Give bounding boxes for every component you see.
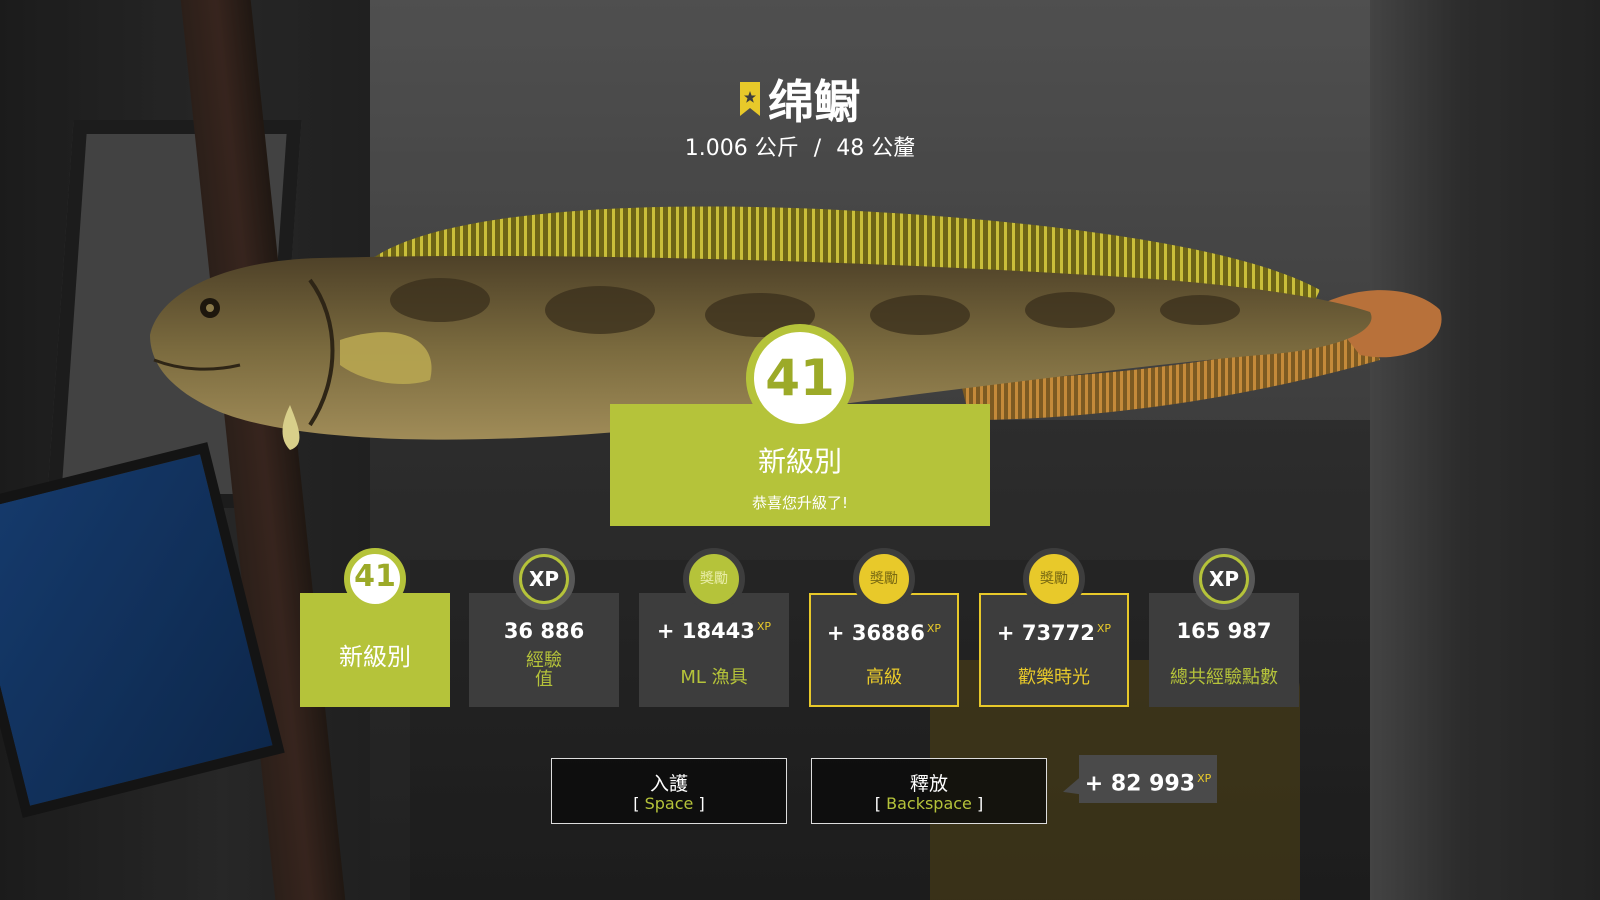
xp-badge: XP	[513, 548, 575, 610]
release-button-hotkey: [ Backspace ]	[874, 794, 984, 813]
card-experience-value: 36 886	[503, 619, 585, 643]
card-gear-bonus-label: ML 漁具	[680, 667, 748, 688]
card-happy-hour-label: 歡樂時光	[1018, 667, 1090, 688]
bonus-badge-text: 獎勵	[700, 571, 728, 587]
card-total-xp-value: 165 987	[1176, 619, 1272, 643]
trophy-bookmark-icon	[740, 82, 760, 116]
xp-badge-text: XP	[1208, 567, 1240, 591]
keep-button-hotkey: [ Space ]	[633, 794, 705, 813]
bonus-badge-gold: 獎勵	[853, 548, 915, 610]
fish-title-row: 绵鳚	[0, 66, 1600, 132]
card-new-level: 新級別	[300, 593, 450, 707]
card-total-xp-label: 總共經驗點數	[1170, 667, 1278, 688]
release-bonus-unit: XP	[1197, 772, 1212, 785]
card-total-xp: 165 987 總共經驗點數	[1149, 593, 1299, 707]
level-up-congrats: 恭喜您升級了!	[751, 494, 848, 512]
release-button[interactable]: 釋放 [ Backspace ]	[811, 758, 1047, 824]
fish-stats: 1.006 公斤 / 48 公釐	[0, 130, 1600, 162]
fish-weight: 1.006 公斤	[684, 136, 799, 161]
card-new-level-badge: 41	[344, 548, 406, 610]
release-button-label: 釋放	[909, 773, 948, 795]
fish-length: 48 公釐	[836, 136, 916, 161]
card-experience-label: 經驗 值	[526, 650, 562, 690]
card-gear-bonus-value: + 18443 XP	[656, 619, 772, 643]
card-premium-bonus: + 36886 XP 高級	[809, 593, 959, 707]
card-experience: 36 886 經驗 值	[469, 593, 619, 707]
xp-badge: XP	[1193, 548, 1255, 610]
xp-badge-text: XP	[528, 567, 560, 591]
level-number-circle: 41	[746, 324, 854, 432]
bonus-badge-lime: 獎勵	[683, 548, 745, 610]
card-gear-bonus: + 18443 XP ML 漁具	[639, 593, 789, 707]
stats-separator: /	[813, 136, 822, 161]
level-up-label: 新級別	[757, 445, 842, 478]
keep-button-label: 入護	[649, 773, 688, 795]
fish-name: 绵鳚	[768, 75, 860, 129]
keep-button[interactable]: 入護 [ Space ]	[551, 758, 787, 824]
release-bonus-bubble: + 82 993 XP	[1079, 755, 1217, 803]
bonus-badge-text: 獎勵	[1040, 571, 1068, 587]
card-happy-hour-bonus: + 73772 XP 歡樂時光	[979, 593, 1129, 707]
card-new-level-label: 新級別	[339, 643, 411, 671]
bonus-badge-gold: 獎勵	[1023, 548, 1085, 610]
card-level-number: 41	[354, 559, 396, 594]
bonus-badge-text: 獎勵	[870, 571, 898, 587]
fish-title: 绵鳚	[740, 66, 860, 132]
card-premium-bonus-label: 高級	[866, 667, 902, 688]
card-happy-hour-value: + 73772 XP	[996, 621, 1112, 645]
release-bonus-value: + 82 993	[1084, 771, 1196, 797]
card-premium-bonus-value: + 36886 XP	[826, 621, 942, 645]
